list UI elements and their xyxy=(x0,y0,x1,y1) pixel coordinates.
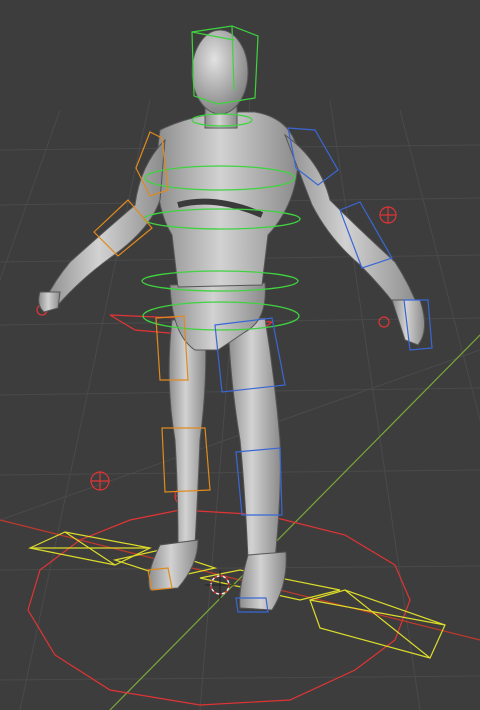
x-axis-line xyxy=(0,519,480,641)
3d-viewport[interactable] xyxy=(0,0,480,710)
foot-roll-controls[interactable] xyxy=(28,531,446,659)
viewport-canvas[interactable] xyxy=(0,0,480,710)
